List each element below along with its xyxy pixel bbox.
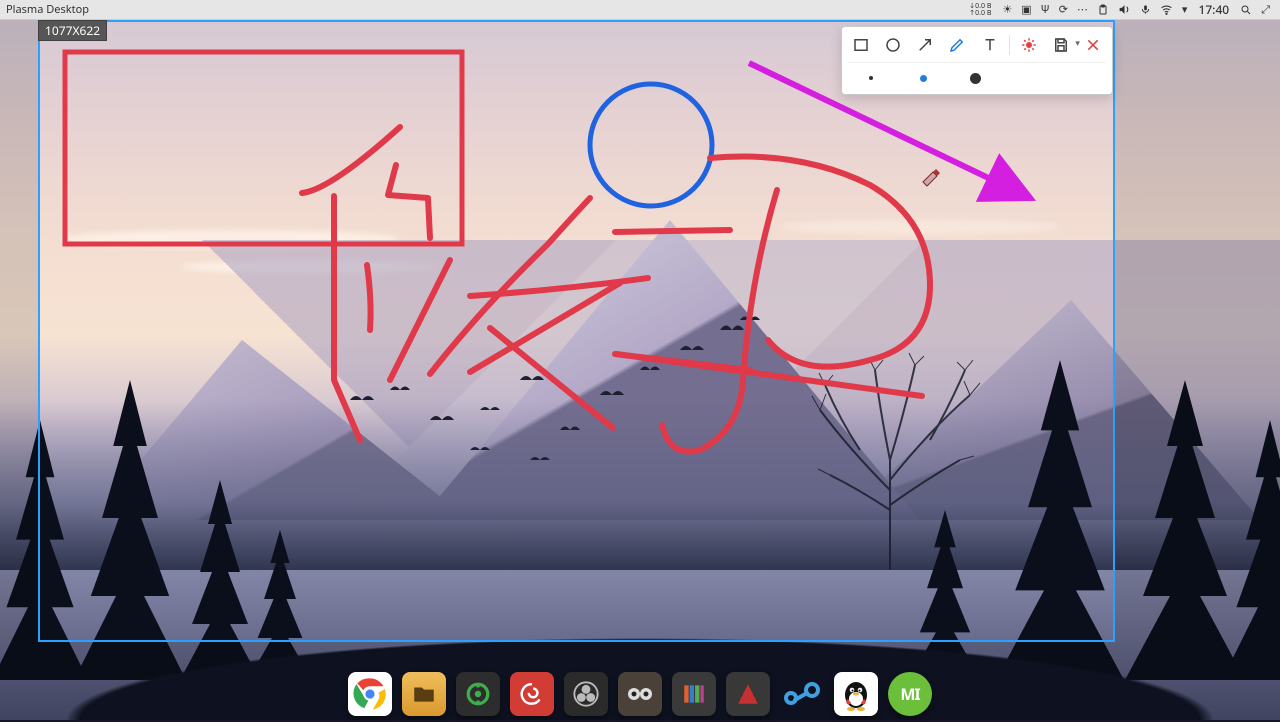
search-icon[interactable] (1240, 4, 1252, 16)
system-tray: ↓ 0.0 B ↑ 0.0 B ☀ ▣ Ψ ⟳ ⋯ ▾ 17:40 ⤢ (969, 1, 1280, 18)
top-panel: Plasma Desktop ↓ 0.0 B ↑ 0.0 B ☀ ▣ Ψ ⟳ ⋯… (0, 0, 1280, 20)
size-small[interactable] (858, 65, 884, 91)
wifi-icon[interactable] (1160, 3, 1173, 16)
psi-icon[interactable]: Ψ (1041, 2, 1050, 17)
tool-rectangle[interactable] (848, 32, 874, 58)
capture-selection[interactable]: 1077X622 (38, 20, 1115, 642)
tool-color[interactable] (1016, 32, 1042, 58)
tool-text[interactable] (977, 32, 1003, 58)
app-obs[interactable] (564, 672, 608, 716)
tool-save[interactable]: ▾ (1048, 32, 1074, 58)
net-speed: ↓ 0.0 B ↑ 0.0 B (969, 3, 991, 17)
app-xiaomi[interactable]: MI (888, 672, 932, 716)
ellipsis-icon[interactable]: ⋯ (1077, 2, 1088, 17)
mic-icon[interactable] (1140, 4, 1151, 15)
picture-icon[interactable]: ▣ (1021, 2, 1031, 17)
app-files[interactable] (402, 672, 446, 716)
app-chrome[interactable] (348, 672, 392, 716)
expand-icon[interactable]: ⤢ (1261, 2, 1270, 17)
app-ardour[interactable] (726, 672, 770, 716)
sync-icon[interactable]: ⟳ (1059, 2, 1068, 17)
app-settings[interactable] (456, 672, 500, 716)
size-medium[interactable] (910, 65, 936, 91)
close-button[interactable] (1080, 32, 1106, 58)
app-qq[interactable] (834, 672, 878, 716)
app-netease-music[interactable] (510, 672, 554, 716)
tool-arrow[interactable] (912, 32, 938, 58)
brightness-icon[interactable]: ☀ (1002, 2, 1012, 17)
clock[interactable]: 17:40 (1198, 1, 1229, 18)
size-large[interactable] (962, 65, 988, 91)
app-kdenlive[interactable] (672, 672, 716, 716)
app-steam[interactable] (780, 672, 824, 716)
dock: MI (334, 666, 946, 722)
clipboard-icon[interactable] (1097, 4, 1109, 16)
window-title: Plasma Desktop (0, 2, 89, 17)
annotation-toolbar: ▾ (841, 26, 1113, 95)
chevron-down-icon[interactable]: ▾ (1182, 2, 1188, 17)
tool-pencil[interactable] (944, 32, 970, 58)
volume-icon[interactable] (1118, 3, 1131, 16)
tool-circle[interactable] (880, 32, 906, 58)
app-gimp[interactable] (618, 672, 662, 716)
selection-size-badge: 1077X622 (38, 20, 107, 41)
